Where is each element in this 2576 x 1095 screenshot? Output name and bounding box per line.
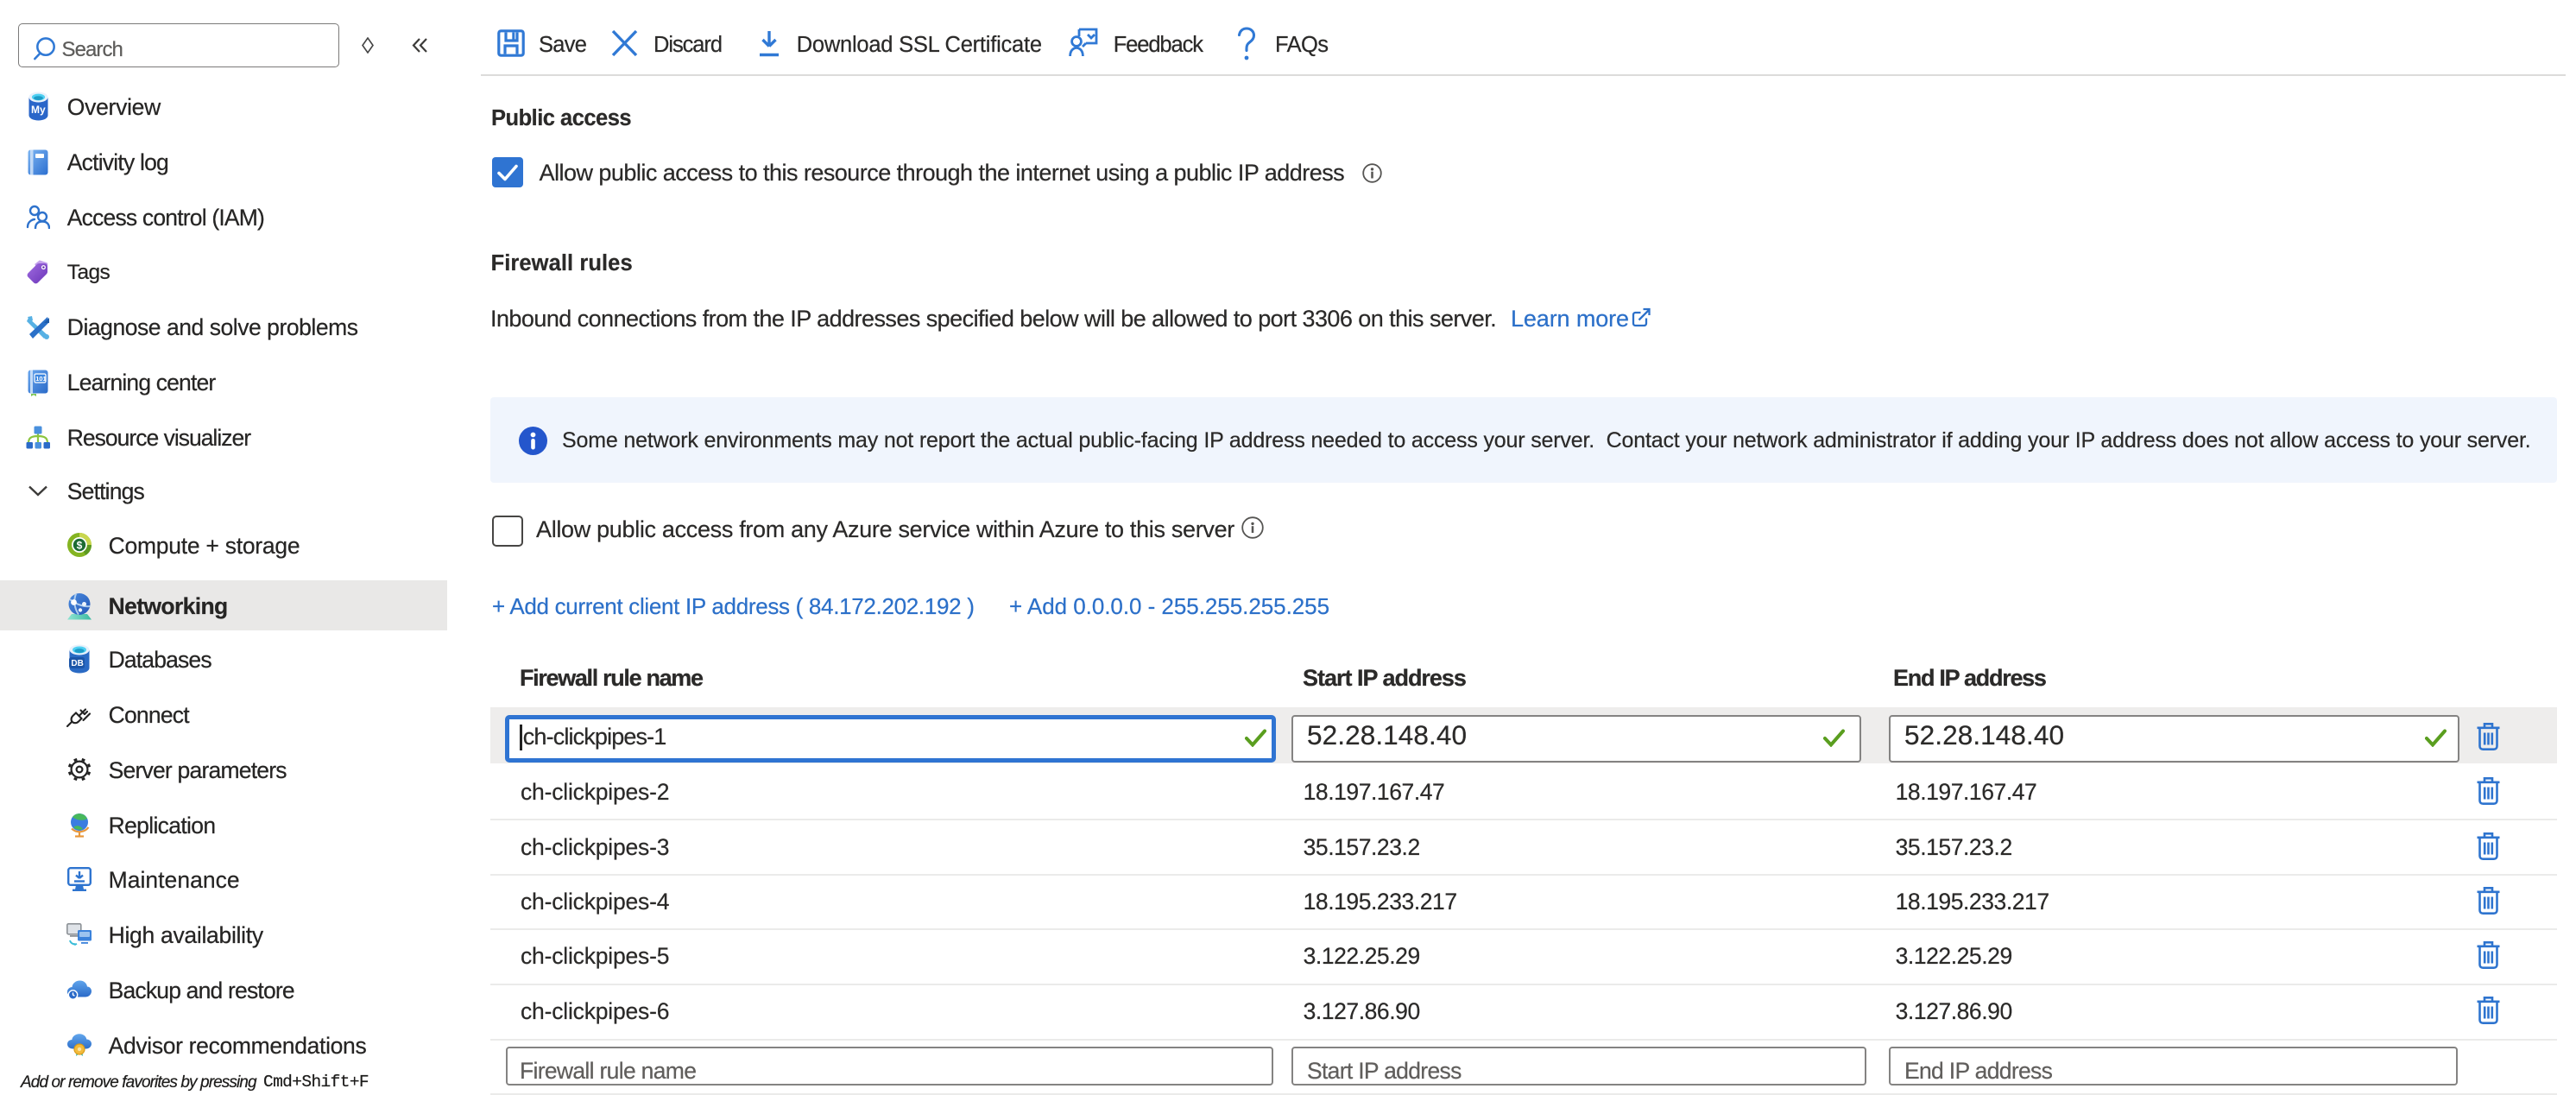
svg-text:DB: DB (71, 659, 83, 668)
svg-text:$: $ (76, 540, 82, 552)
svg-text:My: My (31, 104, 46, 116)
svg-text:101: 101 (35, 375, 47, 383)
